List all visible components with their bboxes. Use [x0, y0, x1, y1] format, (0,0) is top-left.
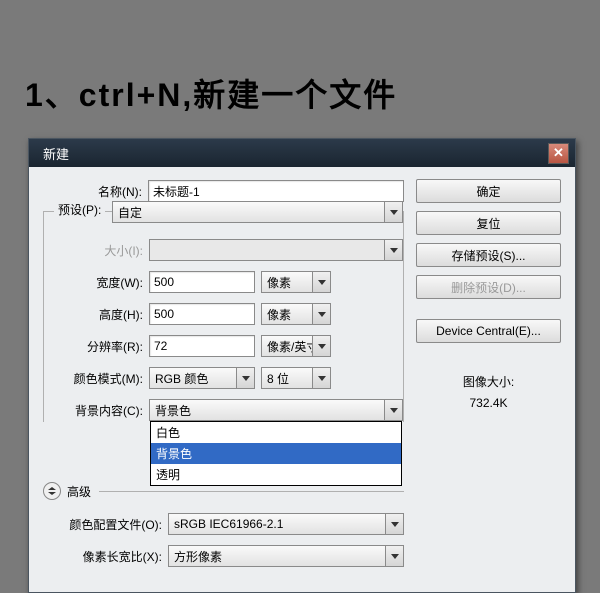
reset-button[interactable]: 复位: [416, 211, 561, 235]
chevron-down-icon: [312, 368, 330, 388]
name-input[interactable]: [148, 180, 404, 202]
image-size-value: 732.4K: [416, 396, 561, 410]
color-profile-value: sRGB IEC61966-2.1: [174, 517, 283, 531]
preset-dropdown[interactable]: 自定: [112, 201, 403, 223]
dropdown-option-transparent[interactable]: 透明: [151, 464, 401, 485]
chevron-down-icon: [384, 202, 402, 222]
dialog-title: 新建: [43, 144, 548, 163]
device-central-button[interactable]: Device Central(E)...: [416, 319, 561, 343]
pixel-aspect-value: 方形像素: [174, 548, 222, 565]
width-unit-dropdown[interactable]: 像素: [261, 271, 331, 293]
chevron-down-icon: [236, 368, 254, 388]
chevron-down-icon: [384, 400, 402, 420]
close-icon: ✕: [553, 145, 564, 161]
chevron-down-icon: [312, 272, 330, 292]
delete-preset-button: 删除预设(D)...: [416, 275, 561, 299]
color-profile-dropdown[interactable]: sRGB IEC61966-2.1: [168, 513, 404, 535]
chevron-down-icon: [384, 240, 402, 260]
height-unit: 像素: [267, 306, 291, 323]
preset-label: 预设(P):: [58, 201, 101, 218]
chevron-down-icon: [312, 304, 330, 324]
background-label: 背景内容(C):: [44, 402, 149, 419]
dropdown-option-bgcolor[interactable]: 背景色: [151, 443, 401, 464]
pixel-aspect-label: 像素长宽比(X):: [43, 548, 168, 565]
background-value: 背景色: [155, 402, 191, 419]
resolution-input[interactable]: [149, 335, 255, 357]
titlebar: 新建 ✕: [29, 139, 575, 167]
color-mode-dropdown[interactable]: RGB 颜色: [149, 367, 255, 389]
dropdown-option-white[interactable]: 白色: [151, 422, 401, 443]
advanced-label: 高级: [67, 483, 91, 500]
color-mode-label: 颜色模式(M):: [44, 370, 149, 387]
name-label: 名称(N):: [43, 183, 148, 200]
save-preset-button[interactable]: 存储预设(S)...: [416, 243, 561, 267]
width-unit: 像素: [267, 274, 291, 291]
color-mode-value: RGB 颜色: [155, 370, 208, 387]
new-document-dialog: 新建 ✕ 名称(N): 预设(P): 自定: [28, 138, 576, 593]
height-label: 高度(H):: [44, 306, 149, 323]
chevron-down-icon: [385, 514, 403, 534]
size-label: 大小(I):: [44, 242, 149, 259]
bit-depth-value: 8 位: [267, 370, 289, 387]
color-profile-label: 颜色配置文件(O):: [43, 516, 168, 533]
background-dropdown[interactable]: 背景色 白色 背景色 透明: [149, 399, 403, 421]
height-input[interactable]: [149, 303, 255, 325]
width-label: 宽度(W):: [44, 274, 149, 291]
size-dropdown: [149, 239, 403, 261]
height-unit-dropdown[interactable]: 像素: [261, 303, 331, 325]
chevron-down-icon: [385, 546, 403, 566]
image-size-label: 图像大小:: [416, 373, 561, 390]
resolution-unit-dropdown[interactable]: 像素/英寸: [261, 335, 331, 357]
advanced-toggle[interactable]: [43, 482, 61, 500]
ok-button[interactable]: 确定: [416, 179, 561, 203]
tutorial-heading: 1、ctrl+N,新建一个文件: [25, 70, 397, 116]
divider: [99, 491, 404, 492]
preset-value: 自定: [118, 204, 142, 221]
chevron-updown-icon: [48, 487, 56, 495]
resolution-label: 分辨率(R):: [44, 338, 149, 355]
width-input[interactable]: [149, 271, 255, 293]
chevron-down-icon: [312, 336, 330, 356]
background-dropdown-list: 白色 背景色 透明: [150, 421, 402, 486]
bit-depth-dropdown[interactable]: 8 位: [261, 367, 331, 389]
resolution-unit: 像素/英寸: [267, 338, 318, 355]
close-button[interactable]: ✕: [548, 143, 569, 164]
pixel-aspect-dropdown[interactable]: 方形像素: [168, 545, 404, 567]
